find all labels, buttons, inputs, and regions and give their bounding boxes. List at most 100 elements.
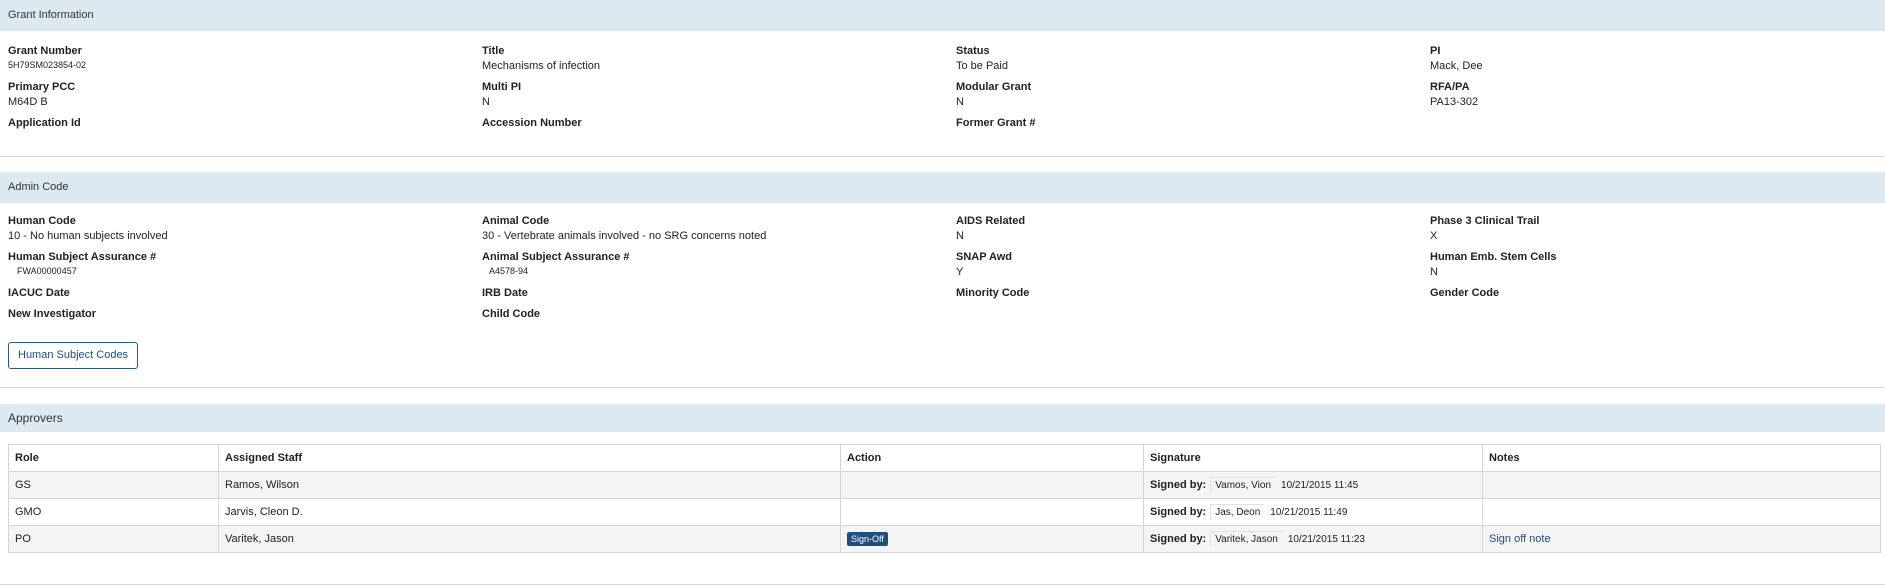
field-multi-pi: Multi PI N: [482, 81, 521, 108]
cell-action: [840, 471, 1144, 499]
field-value: N: [482, 96, 490, 108]
cell-role: PO: [8, 525, 219, 553]
field-value: To be Paid: [956, 60, 1008, 72]
divider: [0, 387, 1885, 388]
field-rfa-pa: RFA/PA PA13-302: [1430, 81, 1478, 108]
cell-signature: Signed by: Varitek, Jason 10/21/2015 11:23: [1143, 525, 1483, 553]
field-label: Minority Code: [956, 287, 1030, 299]
field-value: Mechanisms of infection: [482, 60, 600, 72]
column-header-role: Role: [8, 444, 219, 472]
cell-signature: Signed by: Vamos, Vion 10/21/2015 11:45: [1143, 471, 1483, 499]
approvers-header: Approvers: [0, 404, 1885, 432]
field-label: Phase 3 Clinical Trail: [1430, 215, 1540, 227]
divider: [0, 156, 1885, 157]
cell-assigned-staff: Ramos, Wilson: [218, 471, 841, 499]
column-header-assigned-staff: Assigned Staff: [218, 444, 841, 472]
signed-by-label: Signed by:: [1150, 533, 1207, 545]
field-label: IRB Date: [482, 287, 528, 299]
field-label: PI: [1430, 45, 1441, 57]
signed-by-label: Signed by:: [1150, 506, 1207, 518]
table-row: GS Ramos, Wilson Signed by: Vamos, Vion 10…: [8, 471, 1881, 499]
field-value: FWA00000457: [17, 266, 77, 276]
field-child-code: Child Code: [482, 308, 540, 320]
field-former-grant: Former Grant #: [956, 117, 1035, 132]
cell-role: GS: [8, 471, 219, 499]
field-accession-number: Accession Number: [482, 117, 582, 132]
cell-signature: Signed by: Jas, Deon 10/21/2015 11:49: [1143, 498, 1483, 526]
field-new-investigator: New Investigator: [8, 308, 96, 320]
human-subject-codes-button[interactable]: Human Subject Codes: [8, 342, 139, 369]
field-status: Status To be Paid: [956, 45, 1008, 72]
field-value: X: [1430, 230, 1438, 242]
field-label: Human Subject Assurance #: [8, 251, 157, 263]
field-label: Former Grant #: [956, 117, 1036, 129]
field-value: M64D B: [8, 96, 48, 108]
field-value: Y: [956, 266, 964, 278]
field-application-id: Application Id: [8, 117, 81, 132]
field-label: Multi PI: [482, 81, 522, 93]
field-phase3-clinical-trail: Phase 3 Clinical Trail X: [1430, 215, 1539, 242]
field-iacuc-date: IACUC Date: [8, 287, 70, 299]
cell-action: [840, 498, 1144, 526]
cell-assigned-staff: Jarvis, Cleon D.: [218, 498, 841, 526]
field-value: 30 - Vertebrate animals involved - no SR…: [482, 230, 767, 242]
cell-notes: Sign off note: [1482, 525, 1881, 553]
field-label: RFA/PA: [1430, 81, 1470, 93]
field-value: N: [956, 230, 964, 242]
field-label: New Investigator: [8, 308, 97, 320]
field-value: A4578-94: [489, 266, 529, 276]
signature-time: 10/21/2015 11:45: [1281, 480, 1359, 491]
grant-info-header: Grant Information: [0, 0, 1885, 31]
column-header-signature: Signature: [1143, 444, 1483, 472]
field-value: Mack, Dee: [1430, 60, 1483, 72]
signer-name: Jas, Deon: [1210, 504, 1265, 520]
table-row: PO Varitek, Jason Sign-Off Signed by: Var…: [8, 525, 1881, 553]
cell-notes: [1482, 498, 1881, 526]
field-label: Modular Grant: [956, 81, 1032, 93]
field-snap-awd: SNAP Awd Y: [956, 251, 1012, 278]
field-animal-subject-assurance: Animal Subject Assurance # A4578-94: [482, 251, 630, 276]
approvers-table: Role Assigned Staff Action Signature Not…: [8, 444, 1881, 553]
field-irb-date: IRB Date: [482, 287, 528, 299]
signature-time: 10/21/2015 11:23: [1287, 534, 1365, 545]
sign-off-button[interactable]: Sign-Off: [847, 532, 888, 546]
signed-by-label: Signed by:: [1150, 479, 1207, 491]
field-human-emb-stem-cells: Human Emb. Stem Cells N: [1430, 251, 1557, 278]
field-label: Status: [956, 45, 990, 57]
field-label: SNAP Awd: [956, 251, 1013, 263]
field-label: Title: [482, 45, 505, 57]
field-label: Human Emb. Stem Cells: [1430, 251, 1557, 263]
field-label: Animal Subject Assurance #: [482, 251, 630, 263]
field-human-subject-assurance: Human Subject Assurance # FWA00000457: [8, 251, 156, 276]
field-value: 5H79SM023854-02: [8, 60, 87, 70]
sign-off-note-link[interactable]: Sign off note: [1489, 533, 1551, 545]
field-label: Human Code: [8, 215, 76, 227]
grant-info-grid: Grant Number 5H79SM023854-02 Title Mecha…: [0, 31, 1885, 131]
field-aids-related: AIDS Related N: [956, 215, 1025, 242]
field-label: Grant Number: [8, 45, 82, 57]
field-animal-code: Animal Code 30 - Vertebrate animals invo…: [482, 215, 766, 242]
cell-role: GMO: [8, 498, 219, 526]
field-label: Animal Code: [482, 215, 550, 227]
field-pi: PI Mack, Dee: [1430, 45, 1483, 72]
field-value: PA13-302: [1430, 96, 1479, 108]
field-label: Primary PCC: [8, 81, 76, 93]
field-grant-number: Grant Number 5H79SM023854-02: [8, 45, 86, 70]
table-header-row: Role Assigned Staff Action Signature Not…: [8, 444, 1881, 472]
cell-assigned-staff: Varitek, Jason: [218, 525, 841, 553]
signer-name: Varitek, Jason: [1210, 531, 1282, 547]
field-title: Title Mechanisms of infection: [482, 45, 600, 72]
field-label: AIDS Related: [956, 215, 1026, 227]
field-label: Child Code: [482, 308, 541, 320]
field-gender-code: Gender Code: [1430, 287, 1499, 299]
field-label: Gender Code: [1430, 287, 1500, 299]
field-modular-grant: Modular Grant N: [956, 81, 1031, 108]
cell-notes: [1482, 471, 1881, 499]
table-row: GMO Jarvis, Cleon D. Signed by: Jas, Deon…: [8, 498, 1881, 526]
field-primary-pcc: Primary PCC M64D B: [8, 81, 75, 108]
signer-name: Vamos, Vion: [1210, 477, 1276, 493]
column-header-action: Action: [840, 444, 1144, 472]
field-label: Application Id: [8, 117, 81, 129]
cell-action: Sign-Off: [840, 525, 1144, 553]
field-label: IACUC Date: [8, 287, 70, 299]
